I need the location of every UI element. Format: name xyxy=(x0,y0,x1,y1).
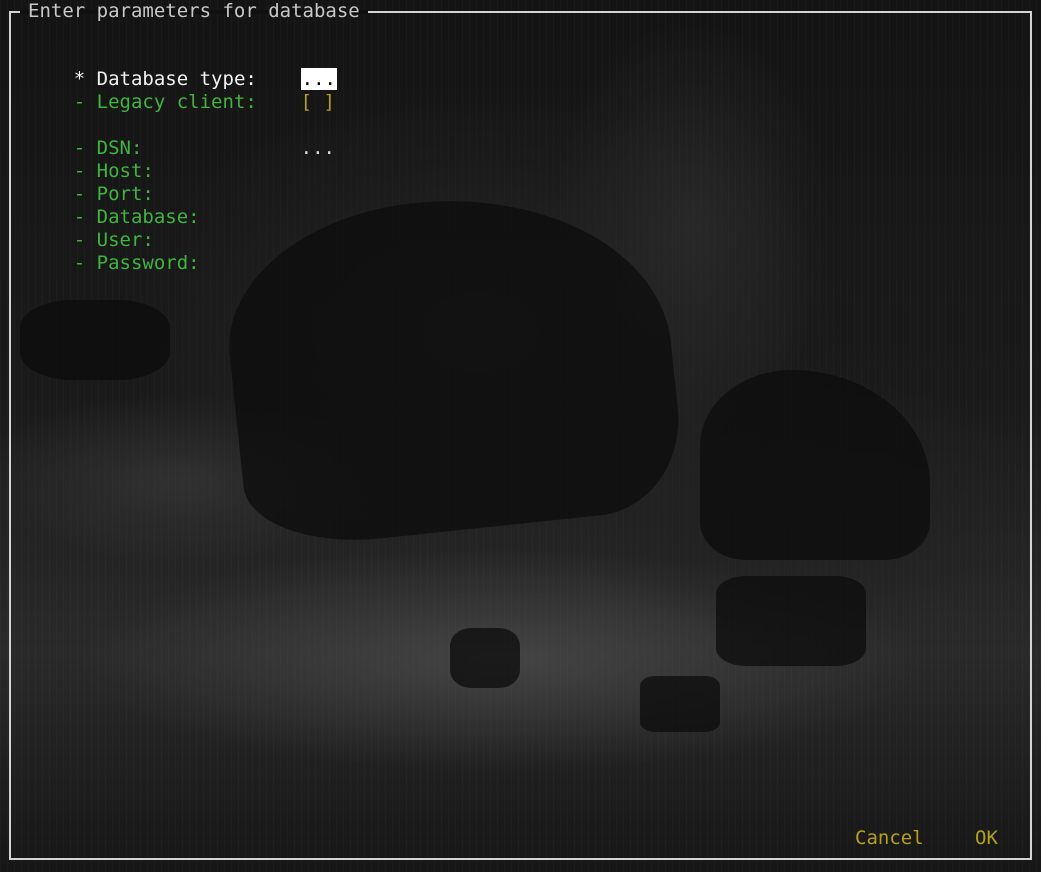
field-label: Password: xyxy=(96,252,200,274)
dialog-title: Enter parameters for database xyxy=(28,0,360,22)
field-marker: - xyxy=(73,252,86,274)
field-marker: - xyxy=(73,91,86,113)
field-label: Legacy client: xyxy=(96,91,257,113)
terminal-screen: Enter parameters for database * Database… xyxy=(0,0,1041,872)
legacy-client-checkbox[interactable]: [ ] xyxy=(301,91,335,113)
field-password[interactable]: - Password: xyxy=(28,229,301,298)
dsn-select[interactable]: ... xyxy=(301,137,335,159)
cancel-button[interactable]: Cancel xyxy=(855,827,924,850)
ok-button[interactable]: OK xyxy=(975,827,998,850)
